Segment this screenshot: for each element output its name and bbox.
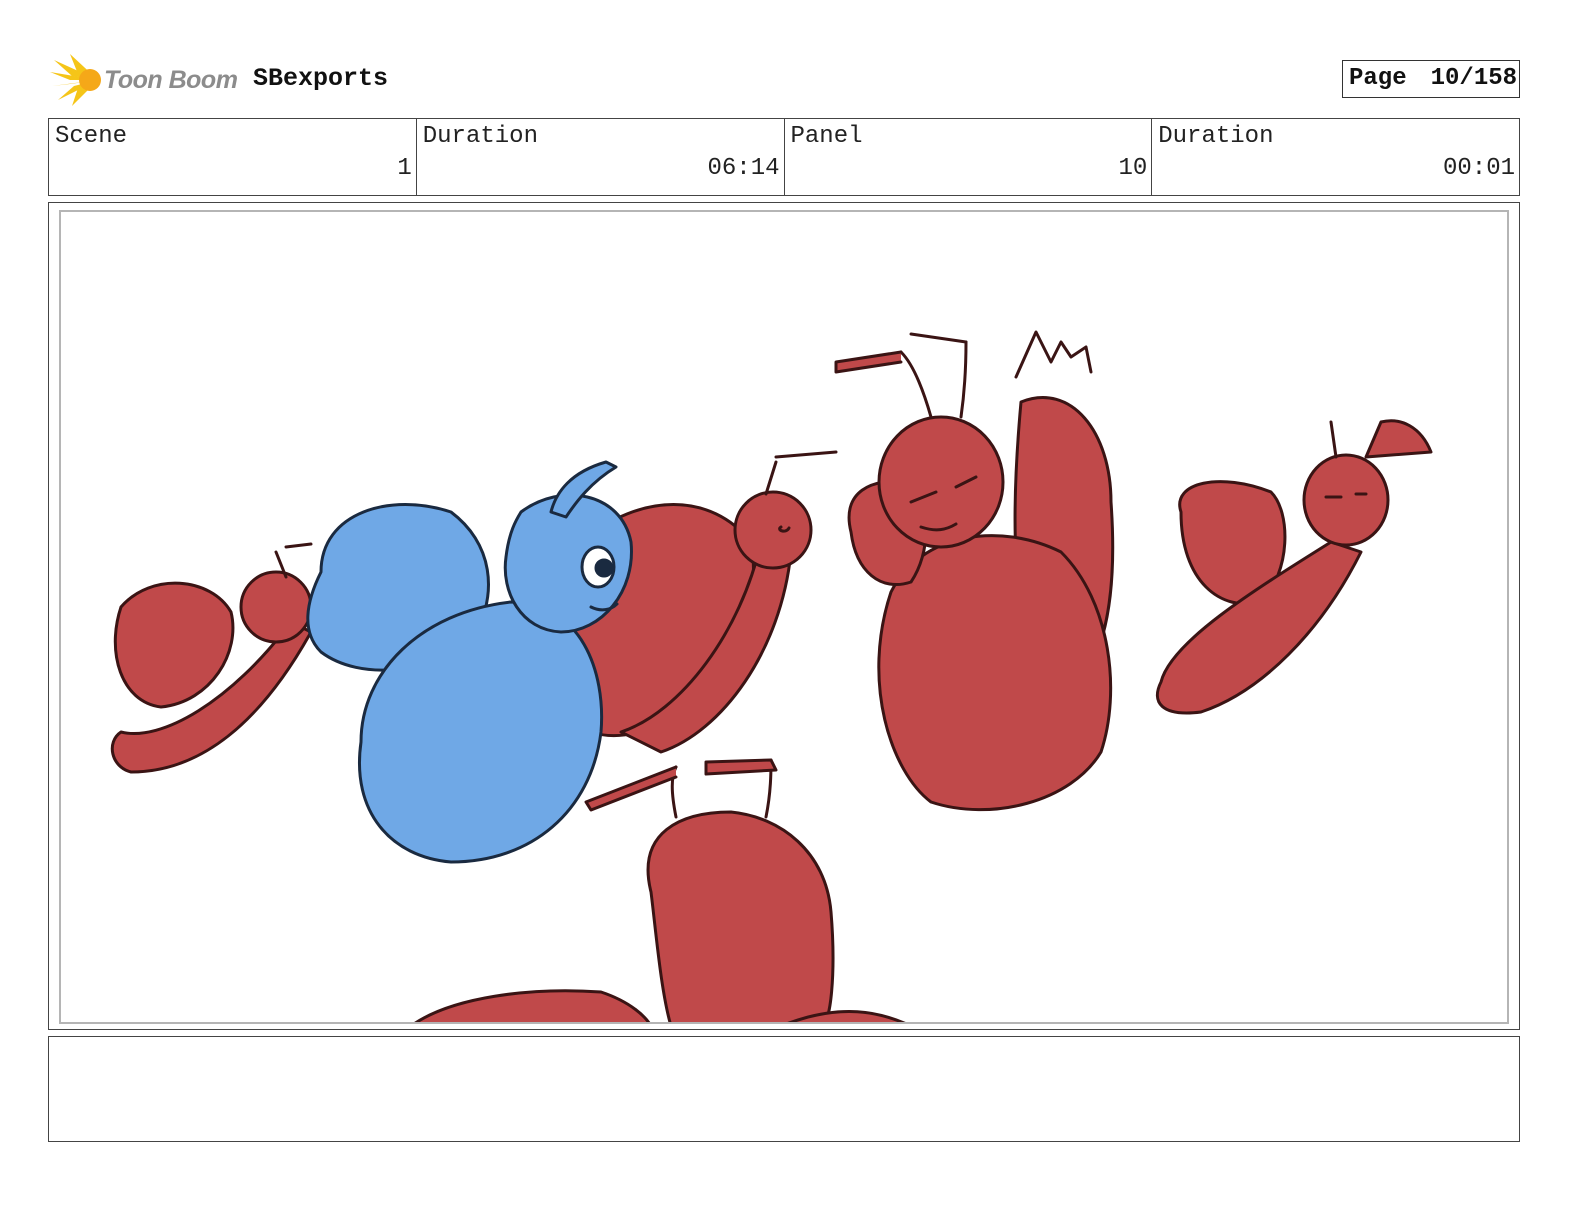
scene-duration-label: Duration [422, 123, 538, 150]
scene-value: 1 [397, 155, 412, 182]
logo-text: Toon Boom [104, 66, 238, 94]
scene-duration-value: 06:14 [707, 155, 780, 182]
panel-duration-label: Duration [1158, 123, 1274, 150]
panel-cell: Panel 10 [785, 119, 1153, 195]
panel-notes-area [48, 1036, 1520, 1142]
ant-characters-drawing [110, 330, 1433, 1022]
panel-duration-value: 00:01 [1442, 155, 1515, 182]
page-number: 10/158 [1430, 65, 1518, 92]
panel-duration-cell: Duration 00:01 [1152, 119, 1519, 195]
red-ant-right [1155, 419, 1433, 715]
scene-duration-cell: Duration 06:14 [417, 119, 785, 195]
toon-boom-starburst-icon [50, 54, 101, 106]
storyboard-panel-frame [48, 202, 1520, 1030]
page-indicator: Page 10/158 [1342, 60, 1520, 98]
panel-label: Panel [790, 123, 863, 150]
toon-boom-logo: Toon Boom [50, 54, 240, 106]
scene-label: Scene [55, 123, 128, 150]
panel-info-table: Scene 1 Duration 06:14 Panel 10 Duration… [48, 118, 1520, 196]
page-label: Page [1349, 65, 1407, 92]
red-ant-angry [834, 330, 1115, 812]
storyboard-panel-image [59, 210, 1509, 1024]
page-header: Toon Boom SBexports Page 10/158 [48, 52, 1520, 108]
red-ant-left [110, 542, 313, 774]
blue-ant [306, 460, 633, 864]
scene-cell: Scene 1 [49, 119, 417, 195]
project-name: SBexports [253, 64, 389, 93]
panel-value: 10 [1118, 155, 1148, 182]
